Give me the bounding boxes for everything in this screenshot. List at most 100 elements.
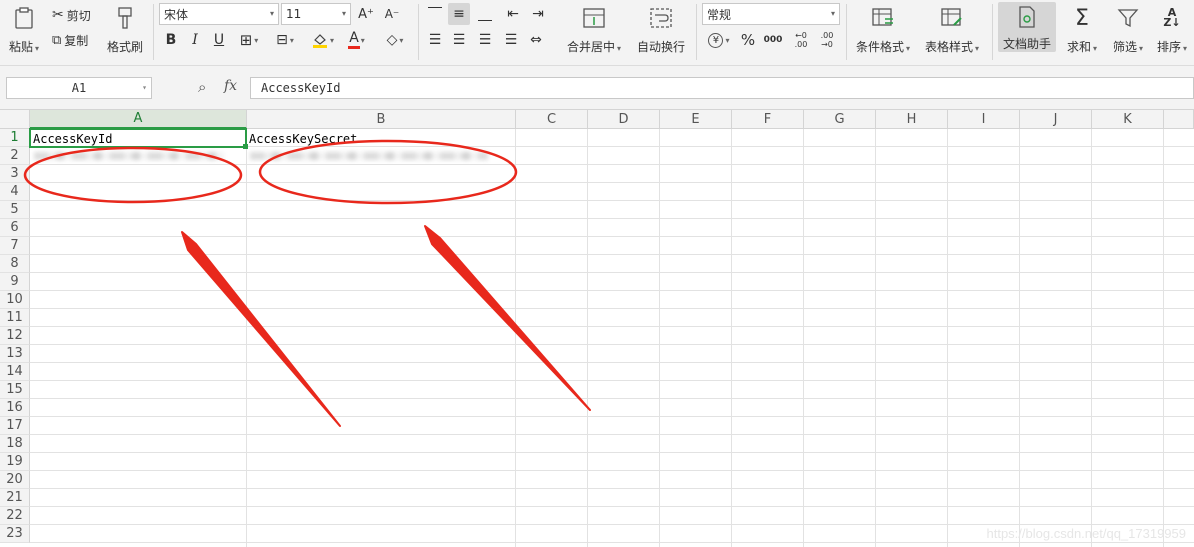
cell-b1[interactable]: AccessKeySecret — [249, 132, 357, 146]
column-header-f[interactable]: F — [732, 110, 804, 129]
row-header-21[interactable]: 21 — [0, 489, 30, 507]
chevron-down-icon: ▾ — [360, 35, 365, 45]
column-header-g[interactable]: G — [804, 110, 876, 129]
row-header-4[interactable]: 4 — [0, 183, 30, 201]
column-header-k[interactable]: K — [1092, 110, 1164, 129]
conditional-format-button[interactable]: 条件格式 ▾ — [852, 4, 914, 55]
row-header-6[interactable]: 6 — [0, 219, 30, 237]
font-shrink-button[interactable]: A⁻ — [381, 3, 403, 25]
row-header-7[interactable]: 7 — [0, 237, 30, 255]
select-all-corner[interactable] — [0, 110, 30, 129]
column-header-i[interactable]: I — [948, 110, 1020, 129]
doc-assistant-button[interactable]: 文档助手 — [998, 2, 1056, 52]
column-header-h[interactable]: H — [876, 110, 948, 129]
distribute-button[interactable]: ⇔ — [525, 29, 547, 51]
row-header-22[interactable]: 22 — [0, 507, 30, 525]
align-left-button[interactable]: ☰ — [424, 29, 446, 51]
align-middle-button[interactable]: ≡ — [448, 3, 470, 25]
row-header-20[interactable]: 20 — [0, 471, 30, 489]
increase-indent-button[interactable]: ⇥ — [527, 3, 549, 25]
row-header-13[interactable]: 13 — [0, 345, 30, 363]
font-size-select[interactable]: 11 ▾ — [281, 3, 351, 25]
currency-button[interactable]: ¥ ▾ — [704, 29, 734, 51]
row-header-9[interactable]: 9 — [0, 273, 30, 291]
font-shrink-icon: A⁻ — [384, 7, 400, 21]
grid-line — [30, 362, 1194, 363]
row-header-19[interactable]: 19 — [0, 453, 30, 471]
percent-button[interactable]: % — [737, 29, 759, 51]
column-header-c[interactable]: C — [516, 110, 588, 129]
column-header-j[interactable]: J — [1020, 110, 1092, 129]
decrease-decimal-button[interactable]: .00 →0 — [815, 29, 839, 51]
font-name-select[interactable]: 宋体 ▾ — [159, 3, 279, 25]
justify-button[interactable]: ☰ — [500, 29, 522, 51]
align-bottom-icon: ⎽ — [478, 6, 492, 22]
sort-button[interactable]: A Z↓ 排序 ▾ — [1152, 4, 1192, 55]
grid-line — [30, 182, 1194, 183]
column-header-l[interactable] — [1164, 110, 1194, 129]
format-painter-button[interactable]: 格式刷 — [104, 4, 146, 55]
clear-format-button[interactable]: ◇ ▾ — [384, 29, 406, 51]
sum-button[interactable]: Σ 求和 ▾ — [1062, 4, 1102, 55]
redacted-cell-b2[interactable] — [250, 152, 488, 160]
row-header-10[interactable]: 10 — [0, 291, 30, 309]
bold-button[interactable]: B — [160, 29, 182, 51]
sum-label: 求和 — [1066, 40, 1091, 54]
function-wizard-button[interactable]: fx — [224, 78, 237, 94]
fill-color-button[interactable]: ▾ — [312, 29, 334, 51]
align-center-button[interactable]: ☰ — [448, 29, 470, 51]
cut-button[interactable]: ✂ 剪切 — [52, 5, 91, 25]
table-style-label: 表格样式 — [924, 40, 973, 54]
filter-button[interactable]: 筛选 ▾ — [1108, 4, 1148, 55]
paste-button[interactable]: 粘贴 ▾ — [6, 4, 42, 55]
grid-line — [30, 542, 1194, 543]
funnel-icon — [1117, 4, 1139, 32]
row-header-1[interactable]: 1 — [0, 129, 30, 147]
row-header-16[interactable]: 16 — [0, 399, 30, 417]
document-assistant-icon — [1017, 4, 1037, 29]
borders-button[interactable]: ⊞ ▾ — [238, 29, 260, 51]
number-format-select[interactable]: 常规 ▾ — [702, 3, 840, 25]
cell-fill-pattern-button[interactable]: ⊟ ▾ — [274, 29, 296, 51]
row-header-14[interactable]: 14 — [0, 363, 30, 381]
copy-button[interactable]: ⧉ 复制 — [52, 30, 88, 50]
decrease-indent-button[interactable]: ⇤ — [502, 3, 524, 25]
row-header-12[interactable]: 12 — [0, 327, 30, 345]
formula-input[interactable]: AccessKeyId — [250, 77, 1194, 99]
merge-center-button[interactable]: 合并居中 ▾ — [562, 4, 626, 55]
row-header-2[interactable]: 2 — [0, 147, 30, 165]
font-color-button[interactable]: A ▾ — [346, 29, 368, 51]
align-top-button[interactable]: ⎺ — [424, 3, 446, 25]
row-header-17[interactable]: 17 — [0, 417, 30, 435]
align-right-button[interactable]: ☰ — [474, 29, 496, 51]
grid-line — [30, 236, 1194, 237]
row-header-5[interactable]: 5 — [0, 201, 30, 219]
fill-handle[interactable] — [243, 144, 248, 149]
column-header-a[interactable]: A — [30, 110, 247, 129]
align-bottom-button[interactable]: ⎽ — [474, 3, 496, 25]
wrap-text-button[interactable]: 自动换行 — [634, 4, 688, 55]
increase-decimal-button[interactable]: ←0 .00 — [789, 29, 813, 51]
grid-line — [30, 254, 1194, 255]
thousands-button[interactable]: 000 — [762, 29, 784, 51]
row-header-18[interactable]: 18 — [0, 435, 30, 453]
row-header-3[interactable]: 3 — [0, 165, 30, 183]
divider — [418, 4, 419, 60]
row-header-8[interactable]: 8 — [0, 255, 30, 273]
spreadsheet-grid[interactable]: A B C D E F G H I J K 1 2 3 4 5 6 7 8 9 … — [0, 110, 1194, 547]
underline-button[interactable]: U — [208, 29, 230, 51]
row-header-23[interactable]: 23 — [0, 525, 30, 543]
filter-label: 筛选 — [1112, 40, 1137, 54]
row-header-11[interactable]: 11 — [0, 309, 30, 327]
column-header-e[interactable]: E — [660, 110, 732, 129]
table-style-button[interactable]: 表格样式 ▾ — [920, 4, 984, 55]
row-header-15[interactable]: 15 — [0, 381, 30, 399]
column-header-d[interactable]: D — [588, 110, 660, 129]
column-header-b[interactable]: B — [247, 110, 516, 129]
justify-icon: ☰ — [504, 32, 518, 48]
name-box[interactable]: A1 ▾ — [6, 77, 152, 99]
italic-button[interactable]: I — [184, 29, 206, 51]
font-grow-button[interactable]: A⁺ — [355, 3, 377, 25]
magnifier-icon[interactable]: ⌕ — [198, 78, 206, 96]
redacted-cell-a2[interactable] — [34, 152, 224, 160]
